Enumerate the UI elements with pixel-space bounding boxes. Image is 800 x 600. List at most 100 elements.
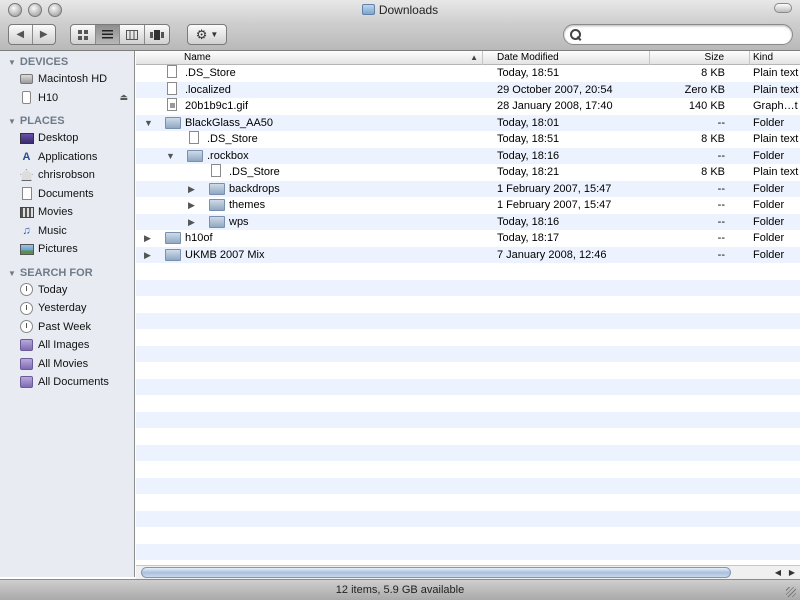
column-header-kind[interactable]: Kind [750, 51, 800, 65]
sidebar-item-applications[interactable]: A Applications [0, 148, 134, 167]
column-header-size[interactable]: Size [650, 51, 750, 65]
icon-view-icon [77, 29, 88, 40]
file-kind: Folder [753, 215, 785, 228]
file-size: -- [717, 232, 725, 244]
file-size: -- [717, 182, 725, 195]
date-modified: 7 January 2008, 12:46 [497, 248, 607, 261]
sidebar-item-pictures[interactable]: Pictures [0, 240, 134, 259]
empty-row [136, 312, 800, 329]
file-kind: Plain text [753, 166, 799, 178]
sidebar-item-macintosh-hd[interactable]: Macintosh HD [0, 70, 134, 89]
horizontal-scrollbar[interactable]: ◀ ▶ [136, 565, 800, 579]
empty-row [136, 329, 800, 346]
date-modified: Today, 18:17 [497, 232, 560, 244]
file-name: BlackGlass_AA50 [185, 116, 274, 129]
date-modified: 1 February 2007, 15:47 [497, 199, 612, 211]
icon-view-button[interactable] [71, 25, 96, 44]
sidebar-section-devices[interactable]: ▼ DEVICES [0, 54, 134, 70]
resize-grip-icon[interactable] [786, 587, 796, 597]
search-field[interactable] [563, 24, 793, 45]
movies-icon [19, 205, 34, 219]
document-icon [189, 131, 199, 144]
disclosure-closed-icon[interactable]: ▶ [144, 230, 151, 247]
date-modified: 1 February 2007, 15:47 [497, 182, 612, 195]
folder-icon [165, 116, 181, 129]
column-header-name[interactable]: Name ▲ [136, 51, 483, 65]
column-header-date-modified[interactable]: Date Modified [483, 51, 650, 65]
disclosure-closed-icon[interactable]: ▶ [144, 247, 151, 264]
scrollbar-thumb[interactable] [141, 567, 731, 578]
forward-button[interactable]: ▶ [33, 25, 56, 44]
list-view-button[interactable] [95, 25, 120, 44]
action-menu-button[interactable]: ⚙ ▼ [187, 24, 227, 45]
sidebar-item-yesterday[interactable]: Yesterday [0, 299, 134, 318]
table-row[interactable]: .DS_Store Today, 18:21 8 KB Plain text [136, 164, 800, 181]
sort-ascending-icon: ▲ [470, 53, 478, 62]
disclosure-closed-icon[interactable]: ▶ [188, 181, 195, 198]
table-row[interactable]: ▼ BlackGlass_AA50 Today, 18:01 -- Folder [136, 114, 800, 132]
file-size: -- [717, 248, 725, 261]
coverflow-view-button[interactable] [145, 25, 169, 44]
disclosure-closed-icon[interactable]: ▶ [188, 214, 195, 231]
empty-row [136, 263, 800, 280]
date-modified: 29 October 2007, 20:54 [497, 83, 613, 96]
empty-row [136, 296, 800, 313]
empty-row [136, 345, 800, 362]
file-kind: Plain text [753, 133, 799, 145]
sidebar-item-chrisrobson[interactable]: chrisrobson [0, 166, 134, 185]
scroll-right-icon[interactable]: ▶ [786, 567, 798, 578]
search-input[interactable] [585, 28, 780, 41]
eject-icon[interactable]: ⏏ [119, 92, 128, 103]
file-name: 20b1b9c1.gif [185, 100, 248, 112]
empty-row [136, 279, 800, 296]
disclosure-closed-icon[interactable]: ▶ [188, 197, 195, 214]
sidebar-item-today[interactable]: Today [0, 281, 134, 300]
table-row[interactable]: .localized 29 October 2007, 20:54 Zero KB P… [136, 81, 800, 98]
ipod-icon [19, 91, 34, 105]
coverflow-view-icon [149, 29, 164, 40]
date-modified: Today, 18:21 [497, 166, 560, 178]
file-kind: Graph…t [753, 100, 798, 112]
sidebar-item-movies[interactable]: Movies [0, 203, 134, 222]
search-icon [570, 29, 581, 40]
disclosure-open-icon[interactable]: ▼ [144, 115, 153, 132]
date-modified: Today, 18:01 [497, 116, 560, 129]
empty-row [136, 428, 800, 445]
scroll-left-icon[interactable]: ◀ [772, 567, 784, 578]
empty-row [136, 461, 800, 478]
file-kind: Folder [753, 149, 785, 162]
table-row[interactable]: ▶ h10of Today, 18:17 -- Folder [136, 230, 800, 247]
date-modified: Today, 18:16 [497, 215, 560, 228]
table-row[interactable]: ▼ .rockbox Today, 18:16 -- Folder [136, 147, 800, 165]
disclosure-open-icon[interactable]: ▼ [166, 148, 175, 165]
table-row[interactable]: ▶ themes 1 February 2007, 15:47 -- Folder [136, 197, 800, 214]
sidebar-section-search-for[interactable]: ▼ SEARCH FOR [0, 265, 134, 281]
sidebar-item-all-images[interactable]: All Images [0, 336, 134, 355]
toolbar-toggle-button[interactable] [774, 3, 792, 13]
file-kind: Folder [753, 248, 785, 261]
smart-folder-icon [19, 375, 34, 389]
sidebar-item-documents[interactable]: Documents [0, 185, 134, 204]
applications-icon: A [22, 150, 31, 163]
clock-icon [19, 283, 34, 297]
column-header-bar: Name ▲ Date Modified Size Kind [136, 51, 800, 65]
table-row[interactable]: .DS_Store Today, 18:51 8 KB Plain text [136, 65, 800, 82]
back-button[interactable]: ◀ [9, 25, 33, 44]
table-row[interactable]: ▶ UKMB 2007 Mix 7 January 2008, 12:46 -- Fol… [136, 246, 800, 264]
sidebar-item-desktop[interactable]: Desktop [0, 129, 134, 148]
empty-row [136, 395, 800, 412]
table-row[interactable]: ▶ backdrops 1 February 2007, 15:47 -- Folder [136, 180, 800, 198]
gear-icon: ⚙ [195, 26, 208, 42]
sidebar-item-music[interactable]: ♫ Music [0, 222, 134, 241]
sidebar-item-h10[interactable]: H10 ⏏ [0, 89, 134, 108]
sidebar-item-all-documents[interactable]: All Documents [0, 373, 134, 392]
sidebar-section-places[interactable]: ▼ PLACES [0, 113, 134, 129]
column-view-button[interactable] [120, 25, 145, 44]
table-row[interactable]: .DS_Store Today, 18:51 8 KB Plain text [136, 131, 800, 148]
table-row[interactable]: ▶ wps Today, 18:16 -- Folder [136, 213, 800, 231]
empty-row [136, 411, 800, 428]
disclosure-triangle-icon: ▼ [8, 117, 16, 126]
sidebar-item-all-movies[interactable]: All Movies [0, 355, 134, 374]
table-row[interactable]: 20b1b9c1.gif 28 January 2008, 17:40 140 KB… [136, 98, 800, 115]
sidebar-item-past-week[interactable]: Past Week [0, 318, 134, 337]
